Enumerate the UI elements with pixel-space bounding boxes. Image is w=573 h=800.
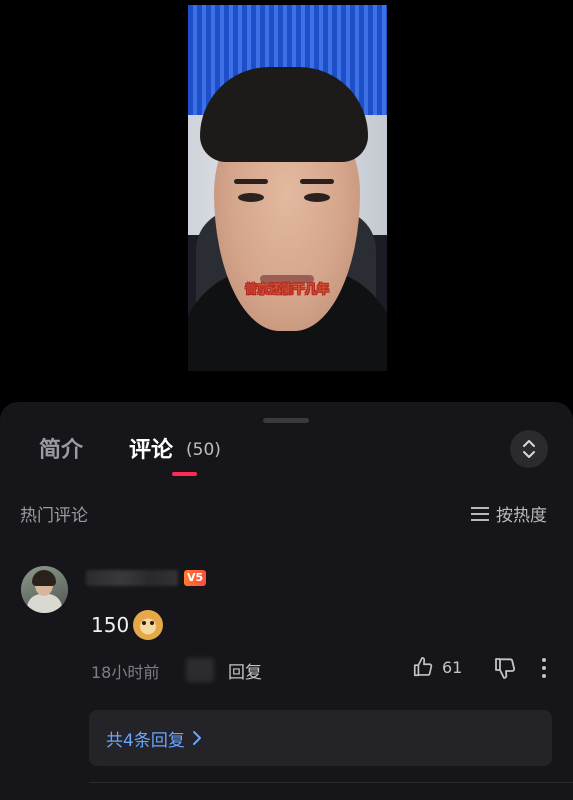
tab-comments[interactable]: 评论 <box>129 432 173 464</box>
chevron-up-down-icon <box>523 440 535 458</box>
like-count: 61 <box>442 657 463 677</box>
expand-button[interactable] <box>510 430 548 468</box>
video-subtitle: 普京还能干几年 <box>245 282 330 296</box>
level-badge: V5 <box>184 570 207 586</box>
location-redacted <box>186 658 214 682</box>
view-replies-button[interactable]: 共4条回复 <box>89 710 552 766</box>
reply-button[interactable]: 回复 <box>228 658 262 683</box>
comment-sheet: 简介 评论 (50) 热门评论 按热度 V5 150 18小时前 回复 61 共… <box>0 402 573 800</box>
sort-button[interactable]: 按热度 <box>470 501 547 526</box>
hot-comments-title: 热门评论 <box>20 506 88 526</box>
tab-intro[interactable]: 简介 <box>39 432 83 464</box>
active-tab-indicator <box>172 472 197 476</box>
replies-label: 共4条回复 <box>106 730 185 751</box>
thumbs-down-icon <box>495 658 516 679</box>
username-redacted[interactable] <box>86 570 178 586</box>
comment-body: 150 <box>91 613 130 637</box>
comment-text: 150 <box>91 610 164 640</box>
doge-emoji-icon <box>133 610 164 640</box>
avatar[interactable] <box>21 566 68 613</box>
comment-count: (50) <box>186 440 221 460</box>
drag-handle[interactable] <box>263 418 309 423</box>
divider <box>89 782 573 783</box>
sort-label: 按热度 <box>496 506 547 526</box>
video-player[interactable]: 普京还能干几年 <box>188 5 387 371</box>
menu-lines-icon <box>471 506 489 521</box>
more-button[interactable] <box>540 657 548 683</box>
comment-time: 18小时前 <box>91 663 160 682</box>
like-button[interactable]: 61 <box>412 656 462 678</box>
dislike-button[interactable] <box>493 656 517 684</box>
more-vertical-icon <box>542 658 546 678</box>
chevron-right-icon <box>192 731 201 745</box>
screen: 普京还能干几年 简介 评论 (50) 热门评论 按热度 V5 150 18小时前… <box>0 0 573 800</box>
thumbs-up-icon <box>413 657 433 677</box>
